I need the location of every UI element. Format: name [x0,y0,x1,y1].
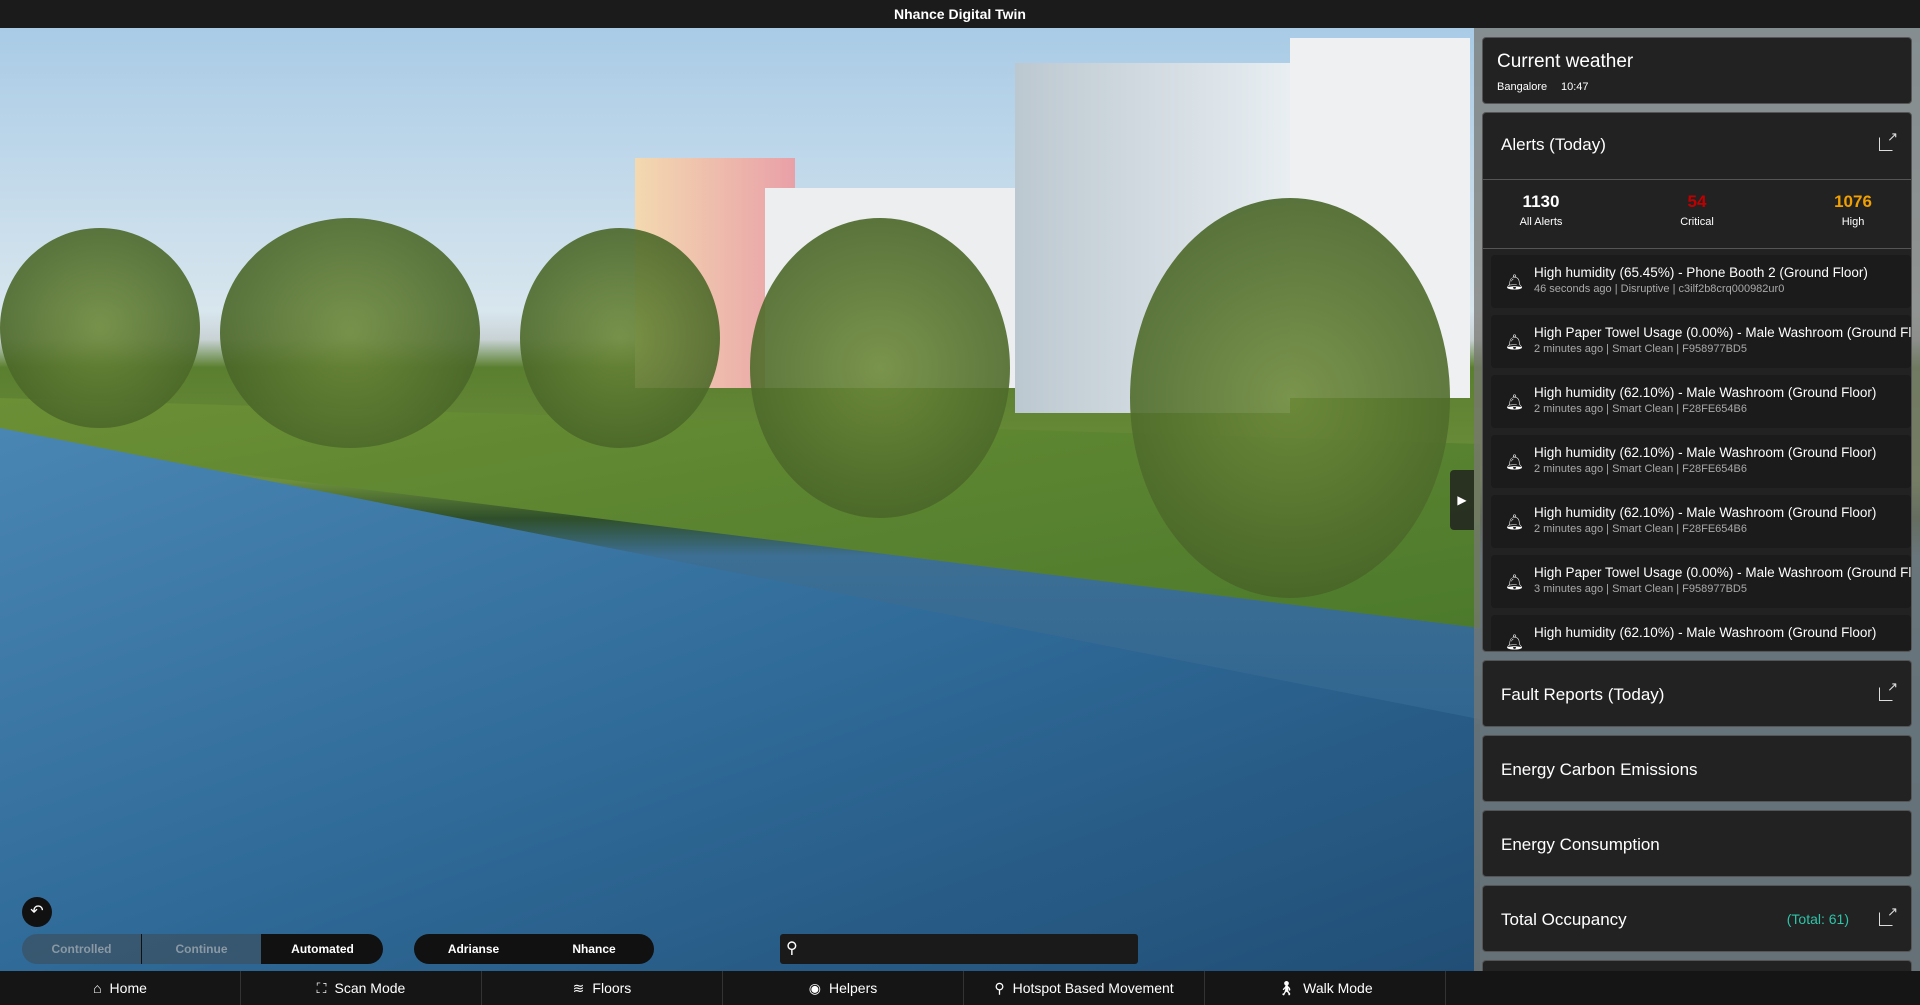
card-title: Energy Carbon Emissions [1501,760,1698,779]
weather-card: Current weather Bangalore 10:47 [1482,37,1912,104]
nav-label: Hotspot Based Movement [1012,980,1174,996]
tree [750,218,1010,518]
bell-alert-icon: 🔔︎ [1505,574,1525,591]
stat-label: High [1841,216,1865,228]
search-input[interactable] [810,938,1130,960]
mode-selector: Controlled Continue Automated [22,934,383,964]
alert-item[interactable]: 🔔︎ High humidity (65.45%) - Phone Booth 2… [1491,255,1911,308]
source-nhance[interactable]: Nhance [534,934,654,964]
card-title: Total Occupancy [1501,910,1627,929]
weather-title: Current weather [1497,51,1634,72]
alert-item[interactable]: 🔔︎ High humidity (62.10%) - Male Washroom… [1491,615,1911,650]
hotspot-icon: ⚲ [994,979,1005,996]
nav-floors[interactable]: ≋ Floors [482,971,723,1005]
reset-view-button[interactable]: ↶ [22,897,52,927]
alert-item[interactable]: 🔔︎ High Paper Towel Usage (0.00%) - Male … [1491,555,1911,608]
alert-item[interactable]: 🔔︎ High humidity (62.10%) - Male Washroom… [1491,495,1911,548]
app-title: Nhance Digital Twin [0,0,1920,28]
nav-home[interactable]: ⌂ Home [0,971,241,1005]
stat-value: 1130 [1522,192,1560,211]
weather-city: Bangalore [1497,81,1548,93]
alert-stats: 1130 All Alerts 54 Critical 1076 High [1483,179,1911,249]
side-panel: Current weather Bangalore 10:47 Alerts (… [1474,28,1920,990]
stat-all[interactable]: 1130 All Alerts [1501,180,1581,248]
source-selector: Adrianse Nhance [414,934,654,964]
tree [0,228,200,428]
bell-alert-icon: 🔔︎ [1505,394,1525,411]
walk-icon: 🚶︎ [1277,979,1296,996]
stat-critical[interactable]: 54 Critical [1657,180,1737,248]
weather-time: 10:47 [1561,81,1589,93]
nav-scan-mode[interactable]: ⛶ Scan Mode [241,971,482,1005]
stat-value: 1076 [1834,192,1872,211]
bell-alert-icon: 🔔︎ [1505,514,1525,531]
nav-label: Home [109,980,147,996]
alerts-title: Alerts (Today) [1501,135,1606,154]
energy-carbon-card[interactable]: Energy Carbon Emissions [1482,735,1912,802]
alerts-card: Alerts (Today) 1130 All Alerts 54 Critical… [1482,112,1912,652]
nav-hotspot-movement[interactable]: ⚲ Hotspot Based Movement [964,971,1205,1005]
nav-label: Helpers [828,980,878,996]
search-box[interactable]: ⚲ [780,934,1138,964]
search-icon: ⚲ [786,940,798,957]
card-title: Fault Reports (Today) [1501,685,1665,704]
bell-alert-icon: 🔔︎ [1505,634,1525,650]
mode-automated[interactable]: Automated [262,934,383,964]
bell-alert-icon: 🔔︎ [1505,454,1525,471]
stat-label: All Alerts [1519,216,1563,228]
external-link-icon[interactable] [1879,679,1898,701]
nav-label: Walk Mode [1303,980,1373,996]
nav-helpers[interactable]: ◉ Helpers [723,971,964,1005]
stat-label: Critical [1680,216,1714,228]
bottom-nav: ⌂ Home ⛶ Scan Mode ≋ Floors ◉ Helpers ⚲ Hotsp… [0,971,1920,1005]
external-link-icon[interactable] [1879,904,1898,926]
occupancy-total: (Total: 61) [1786,911,1849,927]
stat-value: 54 [1687,192,1707,211]
mode-controlled[interactable]: Controlled [22,934,142,964]
external-link-icon[interactable] [1879,129,1898,151]
source-adrianse[interactable]: Adrianse [414,934,534,964]
collapse-panel-button[interactable]: ▶ [1450,470,1474,530]
energy-consumption-card[interactable]: Energy Consumption [1482,810,1912,877]
alert-item[interactable]: 🔔︎ High humidity (62.10%) - Male Washroom… [1491,375,1911,428]
home-icon: ⌂ [93,980,102,996]
alert-item[interactable]: 🔔︎ High Paper Towel Usage (0.00%) - Male … [1491,315,1911,368]
card-title: Energy Consumption [1501,835,1660,854]
layers-icon: ≋ [572,979,585,996]
nav-label: Scan Mode [334,980,406,996]
bell-alert-icon: 🔔︎ [1505,274,1525,291]
bell-alert-icon: 🔔︎ [1505,334,1525,351]
tree [520,228,720,448]
helpers-icon: ◉ [808,979,821,996]
occupancy-card[interactable]: Total Occupancy (Total: 61) [1482,885,1912,952]
nav-walk-mode[interactable]: 🚶︎ Walk Mode [1205,971,1446,1005]
tree [1130,198,1450,598]
stat-high[interactable]: 1076 High [1813,180,1893,248]
fault-reports-card[interactable]: Fault Reports (Today) [1482,660,1912,727]
alert-list[interactable]: 🔔︎ High humidity (65.45%) - Phone Booth 2… [1491,255,1911,650]
nav-label: Floors [592,980,632,996]
tree [220,218,480,448]
scan-icon: ⛶ [316,979,327,996]
alert-item[interactable]: 🔔︎ High humidity (62.10%) - Male Washroom… [1491,435,1911,488]
mode-continue[interactable]: Continue [142,934,262,964]
